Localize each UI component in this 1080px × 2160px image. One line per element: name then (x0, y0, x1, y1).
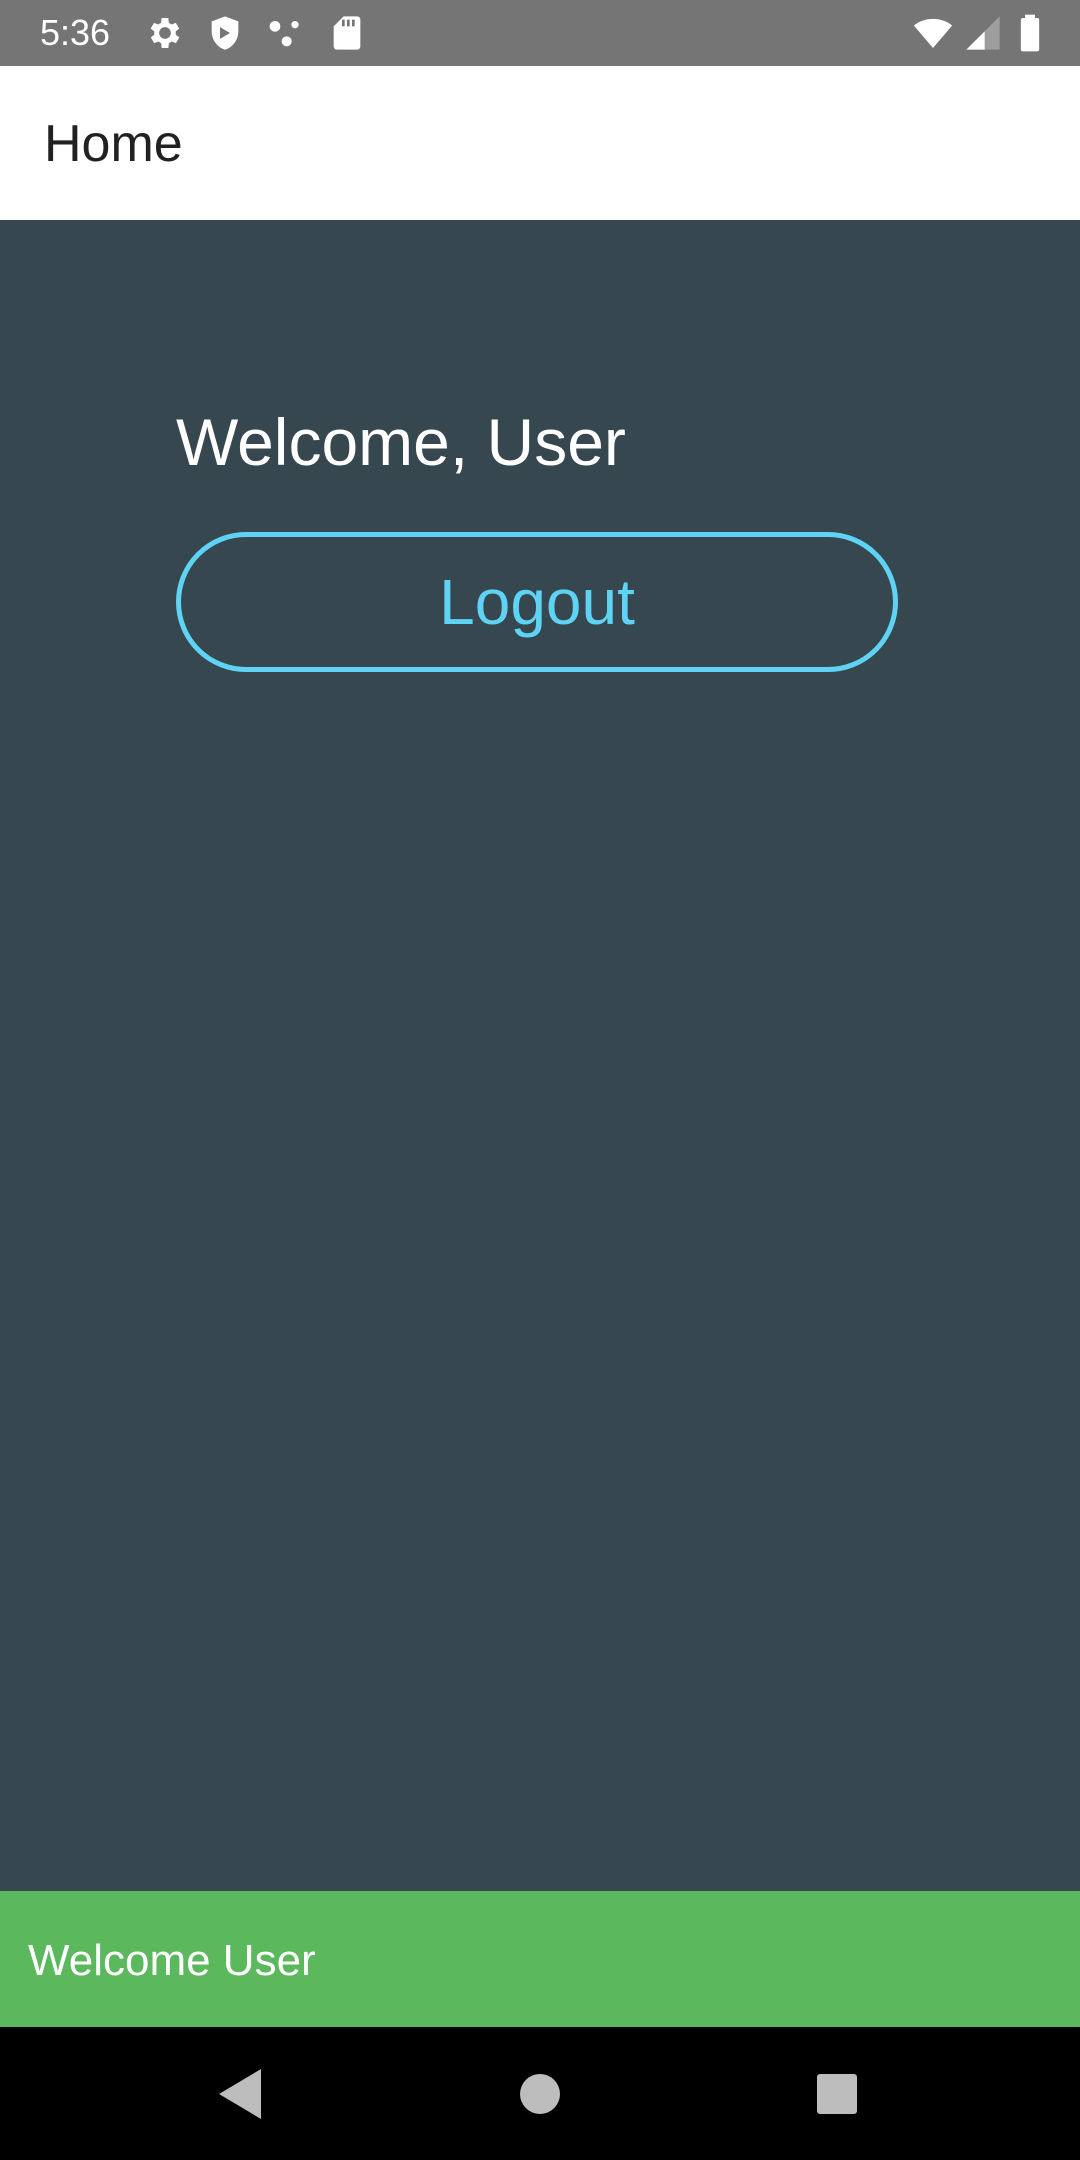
cell-signal-icon (963, 13, 1003, 53)
battery-icon (1010, 13, 1050, 53)
app-bar: Home (0, 66, 1080, 220)
page-title: Home (44, 115, 183, 173)
main-content: Welcome, User Logout (0, 220, 1080, 1891)
shield-icon (205, 13, 245, 53)
wifi-icon (913, 13, 953, 53)
status-time: 5:36 (40, 12, 111, 53)
status-bar: 5:36 (0, 0, 1080, 66)
welcome-heading: Welcome, User (176, 405, 626, 479)
sd-card-icon (327, 13, 367, 53)
snackbar-message: Welcome User (28, 1936, 316, 1985)
home-icon[interactable] (505, 2059, 575, 2129)
logout-button[interactable]: Logout (176, 532, 898, 672)
snackbar: Welcome User (0, 1891, 1080, 2027)
back-icon[interactable] (205, 2059, 275, 2129)
settings-icon (145, 13, 185, 53)
dots-icon (265, 13, 305, 53)
navigation-bar (0, 2027, 1080, 2160)
recents-icon[interactable] (802, 2059, 872, 2129)
screen: 5:36 Home Welcome, User Logout Welcome U… (0, 0, 1080, 2160)
